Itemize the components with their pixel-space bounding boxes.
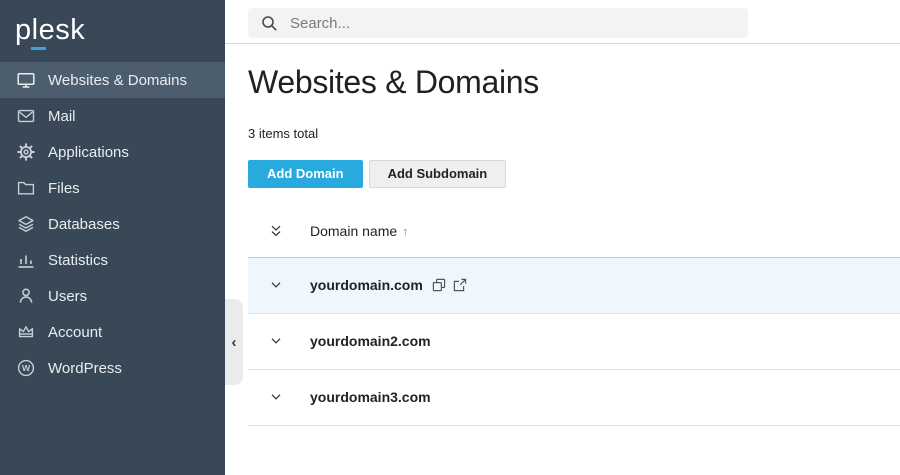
add-domain-button[interactable]: Add Domain (248, 159, 363, 188)
domains-table: Domain name ↑ yourdomain.com yourdomain2… (248, 206, 900, 426)
table-row[interactable]: yourdomain.com (248, 257, 900, 314)
chevron-down-icon (271, 394, 281, 400)
search-input[interactable] (290, 14, 738, 32)
double-chevron-down-icon (271, 225, 281, 237)
plesk-logo-text: plesk (15, 14, 86, 46)
wordpress-icon: W (16, 359, 35, 378)
action-buttons: Add Domain Add Subdomain (248, 159, 900, 188)
sidebar-item-statistics[interactable]: Statistics (0, 242, 225, 278)
chevron-down-icon (271, 338, 281, 344)
sidebar-item-label: Mail (48, 107, 76, 125)
svg-text:W: W (21, 363, 30, 373)
sidebar-item-label: Files (48, 179, 80, 197)
envelope-icon (16, 107, 35, 126)
sidebar-item-files[interactable]: Files (0, 170, 225, 206)
table-row[interactable]: yourdomain2.com (248, 314, 900, 370)
expand-all-button[interactable] (248, 224, 310, 238)
add-subdomain-button[interactable]: Add Subdomain (368, 159, 507, 188)
sidebar-item-label: Statistics (48, 251, 109, 269)
row-expand-button[interactable] (248, 334, 310, 348)
bar-chart-icon (16, 251, 35, 270)
user-icon (16, 287, 35, 306)
items-total-text: 3 items total (248, 125, 319, 141)
sidebar-item-mail[interactable]: Mail (0, 98, 225, 134)
sidebar: plesk Websites & Domains Mail Applicatio… (0, 0, 225, 475)
content: Websites & Domains 3 items total Add Dom… (225, 44, 900, 426)
layers-icon (16, 215, 35, 234)
sidebar-item-databases[interactable]: Databases (0, 206, 225, 242)
plesk-logo[interactable]: plesk (0, 0, 225, 62)
sidebar-item-websites-domains[interactable]: Websites & Domains (0, 62, 225, 98)
chevron-down-icon (271, 282, 281, 288)
sidebar-item-label: Databases (48, 215, 120, 233)
sidebar-item-label: WordPress (48, 359, 122, 377)
column-header-domain-name[interactable]: Domain name (310, 223, 397, 239)
table-header-row: Domain name ↑ (248, 206, 900, 258)
domain-link[interactable]: yourdomain3.com (310, 389, 431, 405)
search-box[interactable] (248, 8, 748, 38)
domain-link[interactable]: yourdomain.com (310, 277, 423, 293)
folder-icon (16, 179, 35, 198)
sidebar-item-label: Websites & Domains (48, 71, 187, 89)
table-row[interactable]: yourdomain3.com (248, 370, 900, 426)
sidebar-item-label: Users (48, 287, 88, 305)
sidebar-item-users[interactable]: Users (0, 278, 225, 314)
open-in-new-icon[interactable] (453, 278, 467, 292)
sidebar-item-label: Applications (48, 143, 129, 161)
gear-icon (16, 143, 35, 162)
sidebar-item-applications[interactable]: Applications (0, 134, 225, 170)
sidebar-item-account[interactable]: Account (0, 314, 225, 350)
row-expand-button[interactable] (248, 390, 310, 404)
crown-icon (16, 323, 35, 342)
copy-icon[interactable] (432, 278, 446, 292)
sidebar-collapse-button[interactable]: ‹ (225, 299, 243, 385)
sidebar-item-wordpress[interactable]: W WordPress (0, 350, 225, 386)
search-icon (262, 15, 277, 31)
sort-ascending-icon: ↑ (402, 223, 409, 239)
sidebar-menu: Websites & Domains Mail Applications Fil… (0, 62, 225, 386)
topbar (225, 0, 900, 44)
sidebar-item-label: Account (48, 323, 103, 341)
page-title: Websites & Domains (248, 64, 540, 100)
row-expand-button[interactable] (248, 278, 310, 292)
row-action-icons (432, 278, 467, 292)
domain-link[interactable]: yourdomain2.com (310, 333, 431, 349)
monitor-icon (16, 71, 35, 90)
plesk-logo-dash (31, 47, 46, 50)
main-area: Websites & Domains 3 items total Add Dom… (225, 0, 900, 475)
chevron-left-icon: ‹ (231, 333, 237, 351)
